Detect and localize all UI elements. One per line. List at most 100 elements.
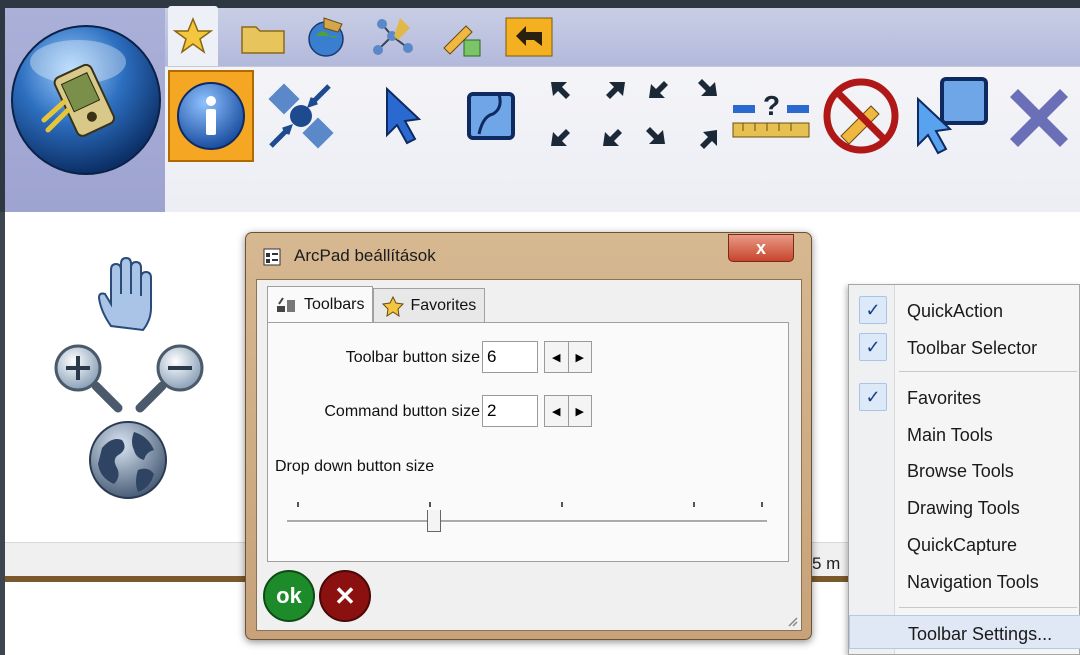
increment-icon[interactable]: ▶ bbox=[569, 396, 592, 426]
increment-icon[interactable]: ▶ bbox=[569, 342, 592, 372]
zoom-in-icon bbox=[54, 344, 123, 413]
toolbar-button-size-label: Toolbar button size bbox=[345, 349, 480, 366]
map-frame-icon bbox=[467, 92, 515, 140]
globe-gps-icon bbox=[308, 17, 344, 57]
slider-tick bbox=[561, 502, 563, 507]
slider-tick bbox=[429, 502, 431, 507]
checkmark-icon: ✓ bbox=[859, 383, 887, 411]
select-tool-button[interactable] bbox=[358, 70, 444, 162]
close-tool-button[interactable] bbox=[998, 70, 1080, 162]
dropdown-button-size-slider[interactable] bbox=[287, 520, 767, 523]
select-map-icon bbox=[917, 77, 988, 155]
tab-network[interactable] bbox=[368, 10, 418, 64]
menu-item-toolbar-selector[interactable]: ✓ Toolbar Selector bbox=[849, 330, 1080, 364]
svg-text:?: ? bbox=[763, 90, 780, 121]
menu-item-label: Toolbar Selector bbox=[907, 338, 1038, 358]
dialog-title: ArcPad beállítások bbox=[294, 246, 436, 265]
network-icon bbox=[373, 18, 413, 55]
full-extent-button[interactable] bbox=[86, 418, 170, 502]
measure-icon: ? bbox=[732, 90, 810, 138]
decrement-icon[interactable]: ◀ bbox=[545, 396, 569, 426]
menu-item-main-tools[interactable]: Main Tools bbox=[849, 417, 1080, 451]
toolbars-tab-icon bbox=[277, 296, 295, 312]
pan-tool-button[interactable] bbox=[88, 252, 168, 336]
toolbars-tab-panel: Toolbar button size ◀ ▶ Command button s… bbox=[267, 322, 789, 562]
hand-icon bbox=[97, 256, 152, 332]
ok-button[interactable]: ok bbox=[263, 570, 315, 622]
star-icon bbox=[382, 295, 405, 317]
command-button-size-spinner[interactable]: ◀ ▶ bbox=[544, 395, 592, 427]
tab-back[interactable] bbox=[504, 10, 554, 64]
menu-item-drawing-tools[interactable]: Drawing Tools bbox=[849, 490, 1080, 524]
tab-favorites-settings[interactable]: Favorites bbox=[373, 288, 486, 322]
menu-item-label: Main Tools bbox=[907, 425, 993, 445]
dialog-close-button[interactable]: x bbox=[728, 234, 794, 262]
menu-item-favorites[interactable]: ✓ Favorites bbox=[849, 380, 1080, 414]
gps-satellite-icon bbox=[268, 83, 334, 149]
tab-toolbars[interactable]: Toolbars bbox=[267, 286, 374, 322]
menu-item-navigation-tools[interactable]: Navigation Tools bbox=[849, 564, 1080, 598]
back-arrow-icon bbox=[505, 17, 553, 57]
tab-edit[interactable] bbox=[436, 10, 486, 64]
zoom-out-icon bbox=[135, 344, 204, 413]
pda-globe-icon bbox=[11, 25, 161, 175]
select-map-tool-button[interactable] bbox=[908, 70, 994, 162]
map-extent-tool-button[interactable] bbox=[448, 70, 534, 162]
decrement-icon[interactable]: ◀ bbox=[545, 342, 569, 372]
star-icon bbox=[173, 17, 213, 54]
toolbar-button-size-spinner[interactable]: ◀ ▶ bbox=[544, 341, 592, 373]
menu-item-label: Navigation Tools bbox=[907, 572, 1039, 592]
close-x-icon bbox=[1010, 89, 1068, 147]
slider-tick bbox=[693, 502, 695, 507]
slider-thumb[interactable] bbox=[427, 510, 441, 532]
menu-item-label: Browse Tools bbox=[907, 461, 1014, 481]
app-logo-button[interactable] bbox=[8, 22, 164, 178]
menu-separator bbox=[899, 371, 1077, 372]
tab-favorites[interactable] bbox=[168, 6, 218, 66]
menu-separator bbox=[899, 607, 1077, 608]
command-button-size-label: Command button size bbox=[324, 403, 480, 420]
folder-icon bbox=[241, 26, 285, 54]
toolbar-button-size-input[interactable] bbox=[482, 341, 538, 373]
settings-app-icon bbox=[263, 248, 281, 266]
toolbar-context-menu: ✓ QuickAction ✓ Toolbar Selector ✓ Favor… bbox=[848, 284, 1080, 655]
menu-item-label: QuickCapture bbox=[907, 535, 1018, 555]
no-edit-icon bbox=[823, 78, 899, 154]
zoom-arrows-tool-button[interactable] bbox=[538, 70, 728, 162]
checkmark-icon: ✓ bbox=[859, 296, 887, 324]
menu-item-quickaction[interactable]: ✓ QuickAction bbox=[849, 293, 1080, 327]
menu-item-label: QuickAction bbox=[907, 301, 1004, 321]
cancel-edit-tool-button[interactable] bbox=[818, 70, 904, 162]
identify-tool-button[interactable] bbox=[168, 70, 254, 162]
slider-tick bbox=[761, 502, 763, 507]
menu-item-toolbar-settings[interactable]: Toolbar Settings... bbox=[849, 615, 1080, 649]
slider-tick bbox=[297, 502, 299, 507]
menu-item-browse-tools[interactable]: Browse Tools bbox=[849, 453, 1080, 487]
cancel-button[interactable]: ✕ bbox=[319, 570, 371, 622]
zoom-arrows-icon bbox=[551, 79, 717, 149]
globe-icon bbox=[89, 421, 167, 499]
menu-item-label: Drawing Tools bbox=[907, 498, 1020, 518]
scale-readout: 5 m bbox=[812, 554, 841, 573]
settings-dialog: ArcPad beállítások x Toolbars Favorites … bbox=[245, 232, 812, 640]
dialog-tabs: Toolbars Favorites bbox=[267, 286, 486, 322]
gps-tool-button[interactable] bbox=[258, 70, 344, 162]
tab-toolbars-label: Toolbars bbox=[304, 295, 365, 313]
zoom-in-button[interactable] bbox=[50, 340, 126, 416]
resize-grip-icon[interactable] bbox=[787, 616, 799, 628]
command-button-size-input[interactable] bbox=[482, 395, 538, 427]
menu-item-label: Favorites bbox=[907, 388, 982, 408]
menu-item-quickcapture[interactable]: QuickCapture bbox=[849, 527, 1080, 561]
select-arrow-icon bbox=[386, 86, 422, 145]
info-icon bbox=[177, 82, 245, 150]
tab-files[interactable] bbox=[238, 10, 288, 64]
dialog-body: Toolbars Favorites Toolbar button size ◀… bbox=[256, 279, 802, 631]
edit-pencil-icon bbox=[443, 25, 481, 57]
dropdown-button-size-label: Drop down button size bbox=[275, 458, 435, 475]
tab-gps[interactable] bbox=[302, 10, 352, 64]
tab-favorites-label: Favorites bbox=[410, 296, 477, 314]
checkmark-icon: ✓ bbox=[859, 333, 887, 361]
zoom-out-button[interactable] bbox=[132, 340, 208, 416]
menu-item-label: Toolbar Settings... bbox=[908, 624, 1053, 644]
measure-tool-button[interactable]: ? bbox=[728, 70, 814, 162]
